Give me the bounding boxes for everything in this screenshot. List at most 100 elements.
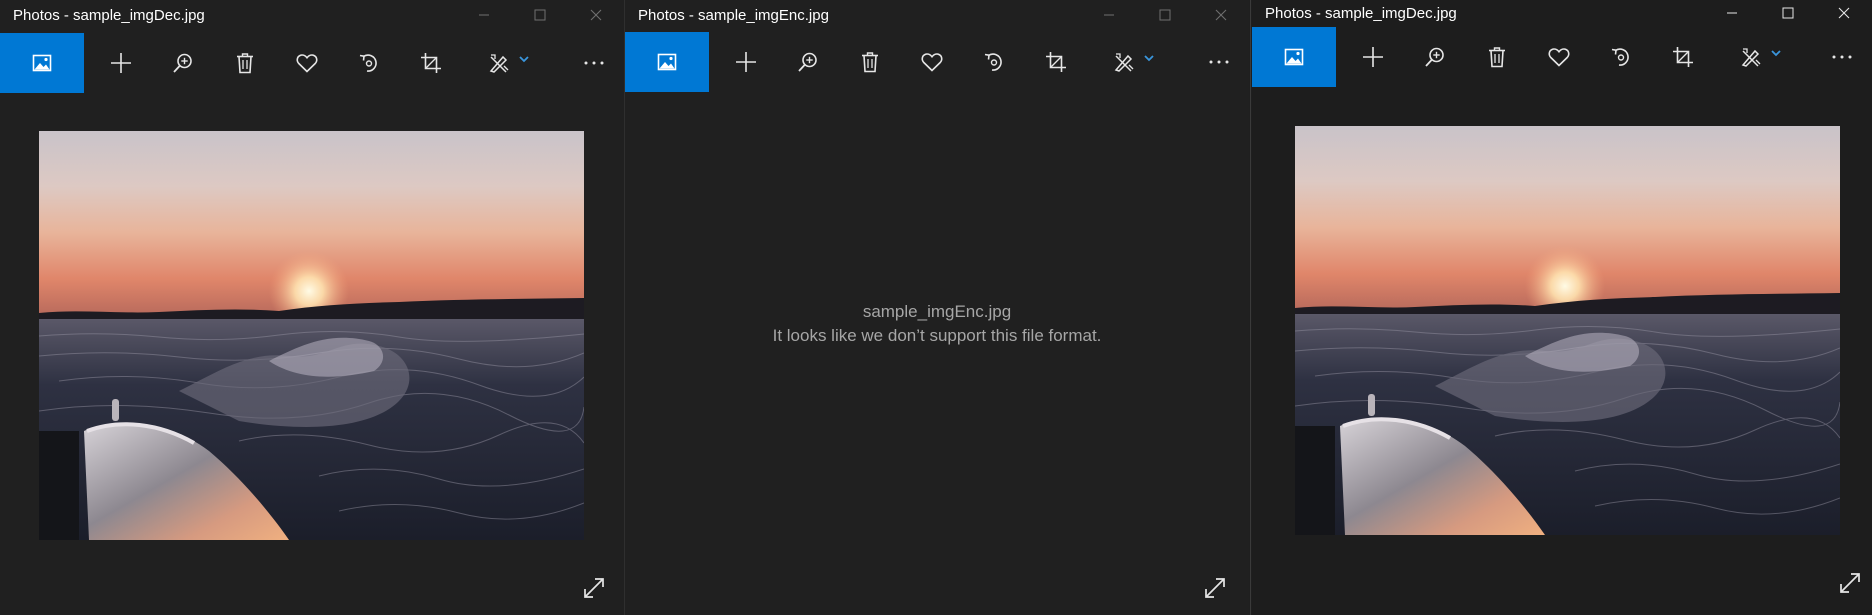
crop-button[interactable] — [400, 33, 462, 93]
toolbar — [625, 32, 1249, 92]
zoom-in-icon — [173, 53, 192, 73]
favorite-icon — [296, 54, 318, 73]
rotate-icon — [984, 53, 1002, 71]
zoom-button[interactable] — [777, 32, 839, 92]
edit-draw-icon — [489, 54, 509, 73]
see-more-button[interactable] — [1189, 32, 1249, 92]
crop-icon — [421, 53, 441, 73]
add-to-button[interactable] — [715, 32, 777, 92]
delete-button[interactable] — [839, 32, 901, 92]
rotate-button[interactable] — [338, 33, 400, 93]
favorite-button[interactable] — [901, 32, 963, 92]
add-icon — [1363, 47, 1383, 67]
edit-create-button[interactable] — [1726, 27, 1796, 87]
toolbar — [0, 33, 624, 93]
window-divider — [1250, 0, 1251, 615]
close-button[interactable] — [568, 0, 624, 30]
minimize-icon — [479, 14, 489, 16]
crop-icon — [1046, 52, 1066, 72]
see-all-photos-button[interactable] — [0, 33, 84, 93]
close-button[interactable] — [1816, 0, 1872, 26]
zoom-button[interactable] — [1404, 27, 1466, 87]
delete-button[interactable] — [214, 33, 276, 93]
favorite-icon — [921, 53, 943, 72]
more-icon — [1209, 60, 1229, 64]
crop-button[interactable] — [1025, 32, 1087, 92]
photo-image — [39, 131, 584, 540]
minimize-button[interactable] — [1081, 0, 1137, 30]
rotate-icon — [1611, 48, 1629, 66]
see-more-button[interactable] — [564, 33, 624, 93]
maximize-button[interactable] — [1137, 0, 1193, 30]
zoom-in-icon — [1425, 47, 1444, 67]
photo-image — [1295, 126, 1840, 535]
delete-icon — [862, 52, 878, 73]
favorite-button[interactable] — [1528, 27, 1590, 87]
edit-draw-icon — [1741, 48, 1761, 67]
unsupported-format-message: sample_imgEnc.jpg It looks like we don’t… — [625, 300, 1249, 348]
photos-window-1: Photos - sample_imgDec.jpg — [0, 0, 624, 615]
window-controls — [1081, 0, 1249, 30]
full-screen-button[interactable] — [1830, 563, 1870, 603]
image-home-icon — [657, 53, 677, 71]
delete-icon — [237, 53, 253, 74]
photo-sunset-lake — [1295, 126, 1840, 535]
rotate-icon — [359, 54, 377, 72]
window-title: Photos - sample_imgDec.jpg — [13, 6, 205, 24]
window-title: Photos - sample_imgDec.jpg — [1265, 4, 1457, 22]
maximize-icon — [534, 9, 546, 21]
close-icon — [1215, 9, 1227, 21]
see-all-photos-button[interactable] — [625, 32, 709, 92]
minimize-icon — [1727, 12, 1737, 14]
image-home-icon — [1284, 48, 1304, 66]
add-icon — [736, 52, 756, 72]
maximize-icon — [1782, 7, 1794, 19]
photos-window-2: Photos - sample_imgEnc.jpg sample_imgEnc… — [625, 0, 1249, 615]
delete-button[interactable] — [1466, 27, 1528, 87]
favorite-button[interactable] — [276, 33, 338, 93]
title-bar[interactable]: Photos - sample_imgDec.jpg — [1252, 0, 1872, 26]
add-to-button[interactable] — [1342, 27, 1404, 87]
title-bar[interactable]: Photos - sample_imgDec.jpg — [0, 0, 624, 30]
expand-icon — [584, 578, 604, 598]
see-more-button[interactable] — [1812, 27, 1872, 87]
maximize-button[interactable] — [512, 0, 568, 30]
desktop: Photos - sample_imgDec.jpg Photos - samp… — [0, 0, 1872, 615]
minimize-icon — [1104, 14, 1114, 16]
edit-draw-icon — [1114, 53, 1134, 72]
close-icon — [1838, 7, 1850, 19]
edit-create-button[interactable] — [1099, 32, 1169, 92]
add-icon — [111, 53, 131, 73]
window-controls — [456, 0, 624, 30]
more-icon — [1832, 55, 1852, 59]
unsupported-error-text: It looks like we don’t support this file… — [772, 326, 1102, 345]
edit-create-button[interactable] — [474, 33, 544, 93]
rotate-button[interactable] — [1590, 27, 1652, 87]
minimize-button[interactable] — [456, 0, 512, 30]
chevron-down-icon — [1144, 55, 1154, 62]
minimize-button[interactable] — [1704, 0, 1760, 26]
title-bar[interactable]: Photos - sample_imgEnc.jpg — [625, 0, 1249, 30]
full-screen-button[interactable] — [574, 568, 614, 608]
photos-window-3: Photos - sample_imgDec.jpg — [1252, 0, 1872, 615]
close-icon — [590, 9, 602, 21]
zoom-button[interactable] — [152, 33, 214, 93]
window-title: Photos - sample_imgEnc.jpg — [638, 6, 829, 24]
chevron-down-icon — [1771, 50, 1781, 57]
unsupported-filename: sample_imgEnc.jpg — [862, 302, 1012, 321]
crop-button[interactable] — [1652, 27, 1714, 87]
photo-sunset-lake — [39, 131, 584, 540]
delete-icon — [1489, 47, 1505, 68]
image-home-icon — [32, 54, 52, 72]
rotate-button[interactable] — [963, 32, 1025, 92]
favorite-icon — [1548, 48, 1570, 67]
close-button[interactable] — [1193, 0, 1249, 30]
expand-icon — [1840, 573, 1860, 593]
toolbar — [1252, 27, 1872, 87]
maximize-button[interactable] — [1760, 0, 1816, 26]
zoom-in-icon — [798, 52, 817, 72]
add-to-button[interactable] — [90, 33, 152, 93]
expand-icon — [1205, 578, 1225, 598]
full-screen-button[interactable] — [1195, 568, 1235, 608]
see-all-photos-button[interactable] — [1252, 27, 1336, 87]
